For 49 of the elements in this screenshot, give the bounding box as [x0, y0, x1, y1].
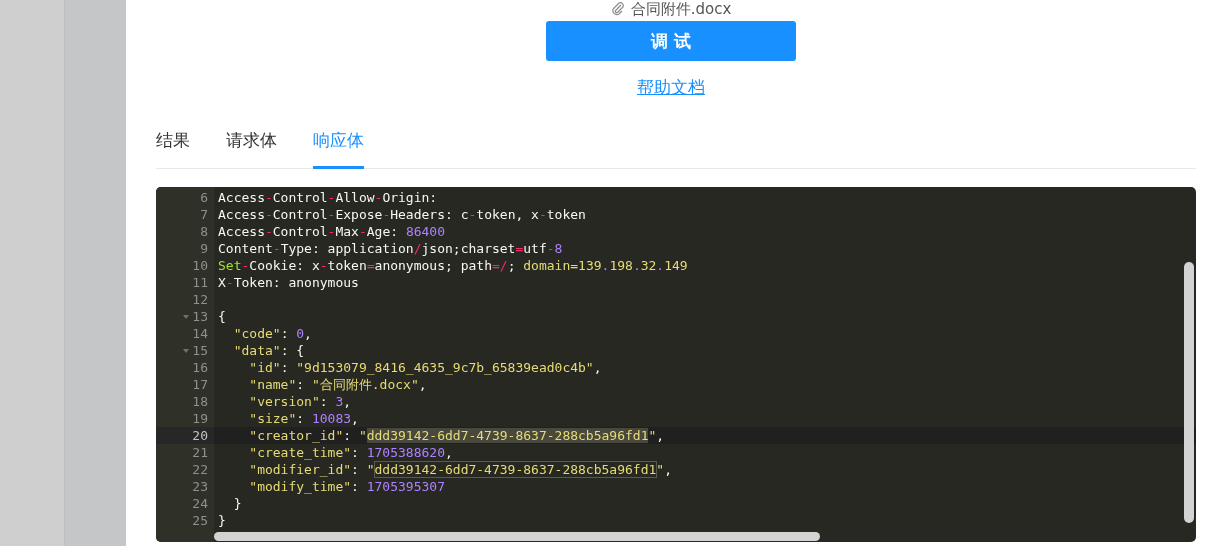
code-line: }: [232, 495, 242, 512]
line-number: 20: [192, 428, 208, 443]
vertical-scrollbar[interactable]: [1184, 262, 1194, 523]
line-number: 19: [192, 411, 208, 426]
code-line: "modifier_id": "ddd39142-6dd7-4739-8637-288cb5a96fd1",: [248, 461, 672, 478]
line-number: 23: [192, 479, 208, 494]
code-line: "version": 3,: [248, 393, 352, 410]
line-number: 8: [200, 224, 208, 239]
line-number: 17: [192, 377, 208, 392]
code-line: Set-Cookie: x-token=anonymous; path=/; domain=139.198.32.149: [218, 257, 688, 274]
line-number: 10: [192, 258, 208, 273]
code-line: Access-Control-Allow-Origin:: [218, 189, 438, 206]
horizontal-scrollbar[interactable]: [214, 532, 820, 541]
line-number: 22: [192, 462, 208, 477]
code-line: "code": 0,: [232, 325, 312, 342]
code-line: Access-Control-Max-Age: 86400: [218, 223, 445, 240]
tab[interactable]: 请求体: [226, 129, 277, 169]
line-number: 13: [192, 309, 208, 324]
file-name: 合同附件.docx: [630, 1, 732, 17]
code-line: {: [218, 308, 226, 325]
help-link[interactable]: 帮助文档: [637, 76, 705, 99]
code-line: Content-Type: application/json;charset=utf-8: [218, 240, 563, 257]
code-line: "modify_time": 1705395307: [248, 478, 445, 495]
line-number: 15: [192, 343, 208, 358]
line-number: 16: [192, 360, 208, 375]
code-line: Access-Control-Expose-Headers: c-token, x-token: [218, 206, 586, 223]
line-number: 25: [192, 513, 208, 528]
line-number: 21: [192, 445, 208, 460]
line-number: 18: [192, 394, 208, 409]
line-number: 9: [200, 241, 208, 256]
code-line: X-Token: anonymous: [218, 274, 359, 291]
tab[interactable]: 响应体: [313, 129, 364, 169]
fold-icon[interactable]: [182, 313, 191, 320]
line-number: 24: [192, 496, 208, 511]
line-number: 11: [192, 275, 208, 290]
fold-icon[interactable]: [182, 347, 191, 354]
line-number: 6: [200, 190, 208, 205]
code-line: "data": {: [232, 342, 305, 359]
line-number: 12: [192, 292, 208, 307]
line-number: 7: [200, 207, 208, 222]
code-line: }: [218, 512, 226, 529]
code-line: "id": "9d153079_8416_4635_9c7b_65839ead0c4b",: [248, 359, 602, 376]
code-line: "name": "合同附件.docx",: [248, 376, 427, 393]
line-number: 14: [192, 326, 208, 341]
code-line: "size": 10083,: [248, 410, 359, 427]
paperclip-icon: [610, 2, 625, 16]
code-line: "create_time": 1705388620,: [248, 444, 453, 461]
debug-button[interactable]: 调 试: [546, 21, 796, 61]
tab[interactable]: 结果: [156, 129, 190, 169]
